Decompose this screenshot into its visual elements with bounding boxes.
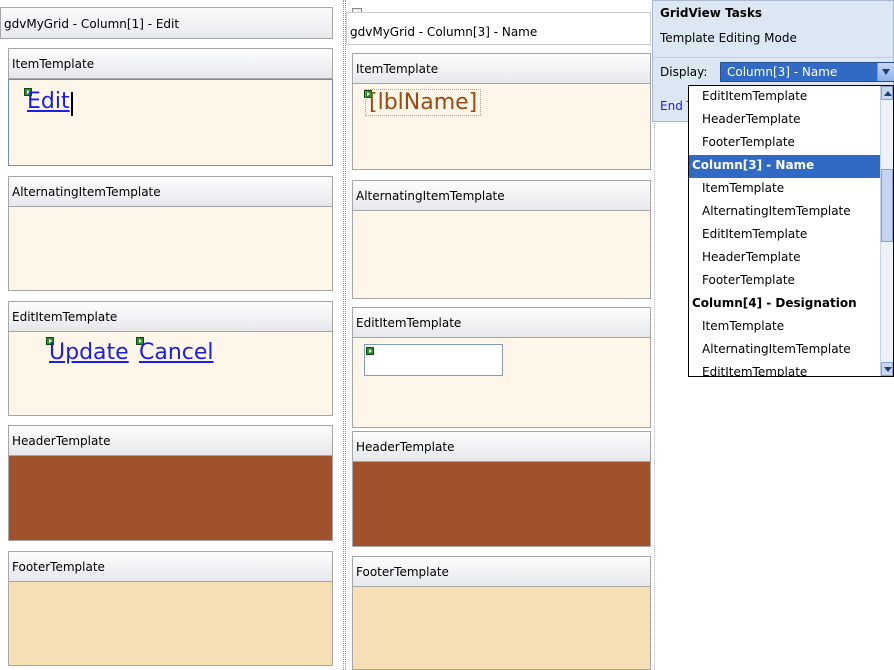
middle-panel-title: gdvMyGrid - Column[3] - Name bbox=[346, 12, 651, 45]
header-template-header: HeaderTemplate bbox=[352, 431, 651, 462]
name-textbox[interactable] bbox=[364, 344, 503, 376]
alternating-template-body[interactable] bbox=[352, 211, 651, 299]
chevron-down-icon bbox=[884, 367, 892, 372]
edit-template-body[interactable] bbox=[352, 338, 651, 428]
dropdown-option[interactable]: EditItemTemplate bbox=[689, 86, 881, 109]
display-select[interactable]: Column[3] - Name bbox=[720, 62, 894, 82]
chevron-down-icon bbox=[882, 69, 890, 75]
chevron-up-icon bbox=[884, 91, 892, 96]
dropdown-option[interactable]: FooterTemplate bbox=[689, 132, 881, 155]
footer-template-body[interactable] bbox=[352, 587, 651, 670]
edit-template-header: EditItemTemplate bbox=[352, 307, 651, 338]
edit-template-body[interactable]: Update Cancel bbox=[8, 332, 333, 416]
display-label: Display: bbox=[660, 65, 708, 79]
header-template-body[interactable] bbox=[352, 462, 651, 547]
update-link[interactable]: Update bbox=[49, 340, 129, 365]
scroll-thumb[interactable] bbox=[881, 169, 893, 242]
control-marker-icon bbox=[366, 347, 374, 355]
left-panel-title: gdvMyGrid - Column[1] - Edit bbox=[0, 7, 333, 39]
text-caret bbox=[71, 92, 73, 116]
dropdown-option[interactable]: FooterTemplate bbox=[689, 270, 881, 293]
dropdown-option[interactable]: HeaderTemplate bbox=[689, 109, 881, 132]
dropdown-group-option[interactable]: Column[3] - Name bbox=[689, 155, 881, 178]
alternating-template-header: AlternatingItemTemplate bbox=[352, 180, 651, 211]
edit-link[interactable]: Edit bbox=[27, 89, 70, 114]
footer-template-body[interactable] bbox=[8, 582, 333, 666]
alternating-template-header: AlternatingItemTemplate bbox=[8, 176, 333, 207]
header-template-header: HeaderTemplate bbox=[8, 425, 333, 456]
edit-template-header: EditItemTemplate bbox=[8, 301, 333, 332]
tasks-separator bbox=[653, 57, 893, 58]
dropdown-option[interactable]: EditItemTemplate bbox=[689, 362, 881, 376]
dropdown-group-option[interactable]: Column[4] - Designation bbox=[689, 293, 881, 316]
scroll-up-button[interactable] bbox=[881, 86, 893, 100]
dropdown-option[interactable]: ItemTemplate bbox=[689, 178, 881, 201]
dropdown-option[interactable]: AlternatingItemTemplate bbox=[689, 201, 881, 224]
dropdown-scrollbar[interactable] bbox=[880, 86, 893, 376]
header-template-body[interactable] bbox=[8, 456, 333, 541]
middle-template-panel: gdvMyGrid - Column[3] - Name ItemTemplat… bbox=[346, 8, 651, 670]
footer-template-header: FooterTemplate bbox=[352, 556, 651, 587]
item-template-header: ItemTemplate bbox=[352, 53, 651, 84]
tasks-title: GridView Tasks bbox=[660, 6, 763, 20]
alternating-template-body[interactable] bbox=[8, 207, 333, 291]
dropdown-arrow-button[interactable] bbox=[877, 63, 894, 81]
item-template-header: ItemTemplate bbox=[8, 48, 333, 79]
dropdown-option[interactable]: ItemTemplate bbox=[689, 316, 881, 339]
name-label[interactable]: [lblName] bbox=[365, 89, 482, 116]
left-template-panel: gdvMyGrid - Column[1] - Edit ItemTemplat… bbox=[0, 7, 333, 670]
template-mode-text: Template Editing Mode bbox=[660, 31, 797, 45]
item-template-body[interactable]: Edit bbox=[8, 79, 333, 166]
dropdown-option[interactable]: EditItemTemplate bbox=[689, 224, 881, 247]
cancel-link[interactable]: Cancel bbox=[139, 340, 214, 365]
dropdown-option[interactable]: AlternatingItemTemplate bbox=[689, 339, 881, 362]
display-dropdown-list[interactable]: EditItemTemplate HeaderTemplate FooterTemp… bbox=[688, 85, 894, 377]
display-select-value: Column[3] - Name bbox=[727, 65, 838, 79]
footer-template-header: FooterTemplate bbox=[8, 551, 333, 582]
dropdown-option[interactable]: HeaderTemplate bbox=[689, 247, 881, 270]
item-template-body[interactable]: [lblName] bbox=[352, 84, 651, 170]
scroll-down-button[interactable] bbox=[881, 362, 893, 376]
